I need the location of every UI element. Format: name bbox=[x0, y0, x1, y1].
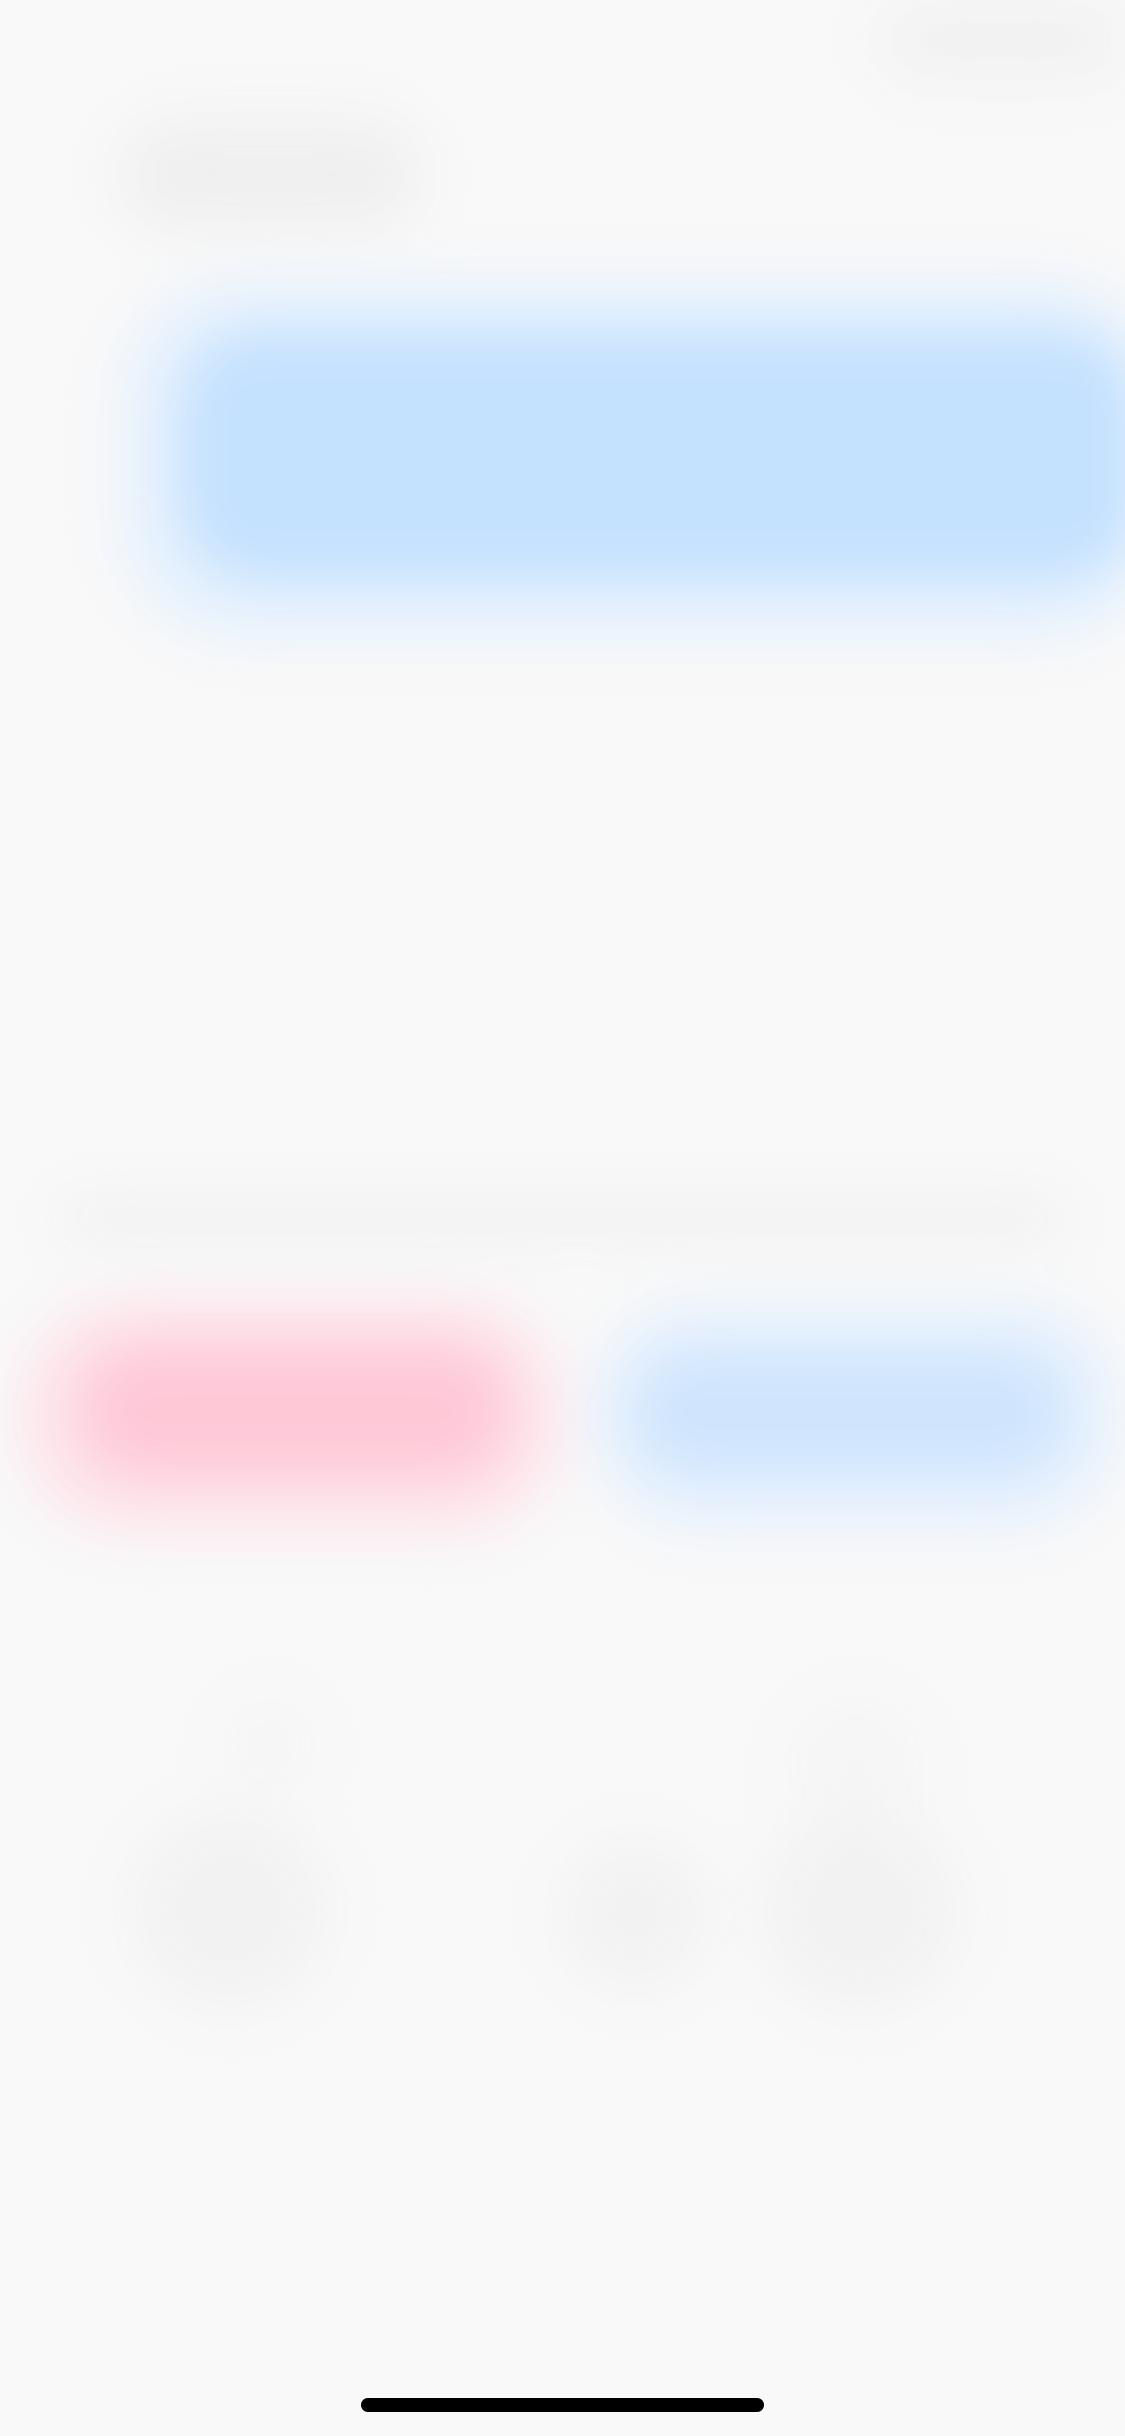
blurred-content-layer bbox=[0, 0, 1125, 2436]
accept-button[interactable] bbox=[630, 1350, 1070, 1475]
circle-control-icon bbox=[130, 1810, 330, 2010]
blurred-app-screen bbox=[0, 0, 1125, 2436]
control-3-top-shape bbox=[790, 1700, 920, 1820]
header-corner-shape bbox=[880, 0, 1125, 80]
divider bbox=[60, 1205, 1065, 1233]
home-indicator[interactable] bbox=[361, 2398, 764, 2412]
control-1-top-shape bbox=[225, 1700, 315, 1790]
message-banner bbox=[180, 330, 1125, 580]
header-title-shape bbox=[120, 120, 420, 230]
decline-button[interactable] bbox=[80, 1345, 510, 1475]
circle-control-icon bbox=[760, 1810, 960, 2010]
circle-control-icon bbox=[560, 1840, 710, 1990]
